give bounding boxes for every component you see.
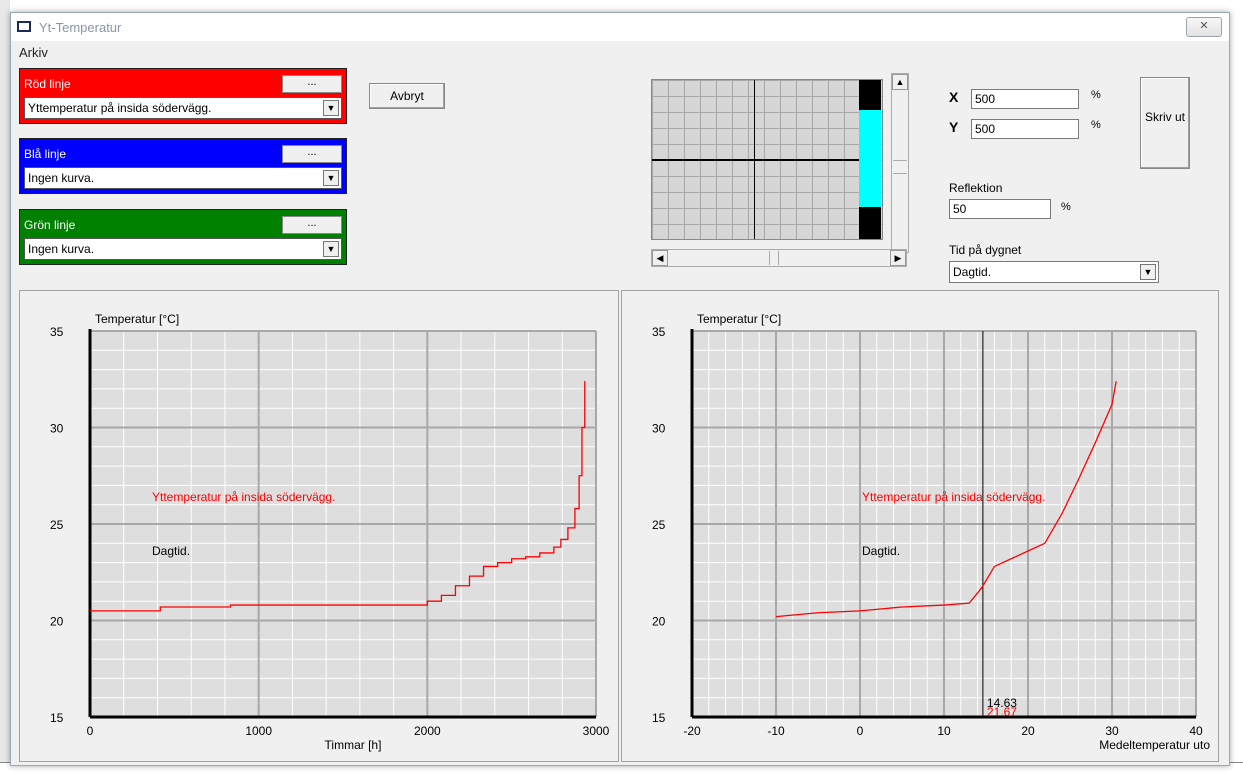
y-tick-label: 20	[50, 615, 64, 629]
time-annotation: Dagtid.	[862, 544, 900, 558]
scroll-up-icon[interactable]: ▲	[892, 74, 908, 90]
y-tick-label: 35	[50, 325, 64, 339]
chevron-down-icon[interactable]: ▼	[323, 241, 339, 257]
y-tick-label: 30	[50, 422, 64, 436]
green-line-select[interactable]: Ingen kurva. ▼	[24, 238, 342, 260]
chevron-down-icon[interactable]: ▼	[323, 170, 339, 186]
x-tick-label: 0	[87, 724, 94, 738]
blue-line-options-button[interactable]: ...	[282, 145, 342, 163]
time-annotation: Dagtid.	[152, 544, 190, 558]
y-tick-label: 15	[50, 711, 64, 725]
menu-arkiv[interactable]: Arkiv	[19, 45, 48, 60]
vertical-scrollbar[interactable]: ▲	[891, 73, 909, 253]
close-button[interactable]: ✕	[1186, 17, 1222, 37]
x-label: X	[949, 89, 959, 105]
y-axis-label: Temperatur [°C]	[95, 312, 179, 326]
y-axis-label: Temperatur [°C]	[697, 312, 781, 326]
x-tick-label: 40	[1189, 724, 1203, 738]
time-of-day-label: Tid på dygnet	[949, 243, 1022, 257]
chevron-down-icon[interactable]: ▼	[323, 100, 339, 116]
y-input[interactable]: 500	[971, 119, 1079, 139]
chart-mean-temperature[interactable]: -20 -10 0 10 20 30 40 15 20 25 30 35 Temperatur [°C]…	[621, 290, 1219, 762]
window-icon	[17, 21, 31, 32]
reflection-input[interactable]: 50	[949, 199, 1051, 219]
y-tick-label: 35	[652, 325, 666, 339]
scroll-right-icon[interactable]: ▶	[890, 250, 906, 266]
menu-bar: Arkiv	[11, 43, 1229, 63]
time-of-day-select[interactable]: Dagtid. ▼	[949, 261, 1159, 283]
blue-line-label: Blå linje	[24, 147, 67, 161]
reflection-unit: %	[1061, 201, 1071, 213]
red-line-panel: Röd linje ... Yttemperatur på insida söd…	[19, 68, 347, 124]
cancel-button[interactable]: Avbryt	[369, 83, 445, 109]
x-tick-label: 1000	[245, 724, 272, 738]
x-input[interactable]: 500	[971, 89, 1079, 109]
x-tick-label: 30	[1105, 724, 1119, 738]
y-tick-label: 25	[652, 518, 666, 532]
preview-bottom-block	[859, 207, 881, 239]
y-tick-label: 30	[652, 422, 666, 436]
green-line-options-button[interactable]: ...	[282, 216, 342, 234]
x-tick-label: 20	[1021, 724, 1035, 738]
background-app-left-edge	[0, 0, 10, 777]
print-button-label: Skriv ut	[1144, 110, 1185, 124]
red-line-label: Röd linje	[24, 77, 71, 91]
red-line-options-button[interactable]: ...	[282, 75, 342, 93]
x-tick-label: 3000	[583, 724, 610, 738]
y-unit: %	[1091, 119, 1101, 131]
vertical-scroll-thumb[interactable]	[893, 160, 907, 174]
chart-hours[interactable]: 0 1000 2000 3000 15 20 25 30 35 Temperatur [°C] Ti…	[19, 290, 619, 762]
red-line-select[interactable]: Yttemperatur på insida södervägg. ▼	[24, 97, 342, 119]
green-line-select-value: Ingen kurva.	[28, 242, 95, 256]
title-bar[interactable]: Yt-Temperatur ✕	[11, 13, 1229, 41]
red-line-select-value: Yttemperatur på insida södervägg.	[28, 101, 212, 115]
y-label: Y	[949, 119, 959, 135]
green-line-label: Grön linje	[24, 218, 76, 232]
yt-temperatur-window: Yt-Temperatur ✕ Arkiv Röd linje ... Ytte…	[10, 12, 1230, 766]
y-tick-label: 25	[50, 518, 64, 532]
time-of-day-value: Dagtid.	[953, 265, 992, 279]
preview-top-block	[859, 80, 881, 110]
y-tick-label: 20	[652, 615, 666, 629]
window-title: Yt-Temperatur	[39, 20, 122, 35]
x-unit: %	[1091, 89, 1101, 101]
print-button[interactable]: Skriv ut	[1140, 77, 1190, 169]
preview-horizontal-line	[652, 159, 862, 161]
x-tick-label: -10	[767, 724, 785, 738]
x-tick-label: 10	[937, 724, 951, 738]
cursor-y-value: 21.67	[987, 705, 1017, 719]
blue-line-panel: Blå linje ... Ingen kurva. ▼	[19, 138, 347, 194]
preview-reflection-bar	[859, 110, 881, 207]
horizontal-scroll-thumb[interactable]	[769, 251, 779, 265]
blue-line-select-value: Ingen kurva.	[28, 171, 95, 185]
background-app-right-edge	[1228, 0, 1243, 777]
x-axis-label: Timmar [h]	[325, 738, 382, 752]
series-annotation: Yttemperatur på insida södervägg.	[152, 490, 335, 504]
chart-svg: -20 -10 0 10 20 30 40 15 20 25 30 35 Temperatur [°C]…	[652, 312, 1210, 752]
scroll-left-icon[interactable]: ◀	[652, 250, 668, 266]
chevron-down-icon[interactable]: ▼	[1140, 264, 1156, 280]
reflection-label: Reflektion	[949, 181, 1003, 195]
green-line-panel: Grön linje ... Ingen kurva. ▼	[19, 209, 347, 265]
x-tick-label: 2000	[414, 724, 441, 738]
x-tick-label: 0	[857, 724, 864, 738]
x-tick-label: -20	[683, 724, 701, 738]
y-tick-label: 15	[652, 711, 666, 725]
blue-line-select[interactable]: Ingen kurva. ▼	[24, 167, 342, 189]
x-axis-label: Medeltemperatur uto	[1099, 738, 1210, 752]
series-annotation: Yttemperatur på insida södervägg.	[862, 490, 1045, 504]
chart-svg: 0 1000 2000 3000 15 20 25 30 35 Temperatur [°C] Ti…	[50, 312, 610, 752]
wall-preview[interactable]	[651, 79, 883, 240]
horizontal-scrollbar[interactable]: ◀ ▶	[651, 249, 907, 267]
